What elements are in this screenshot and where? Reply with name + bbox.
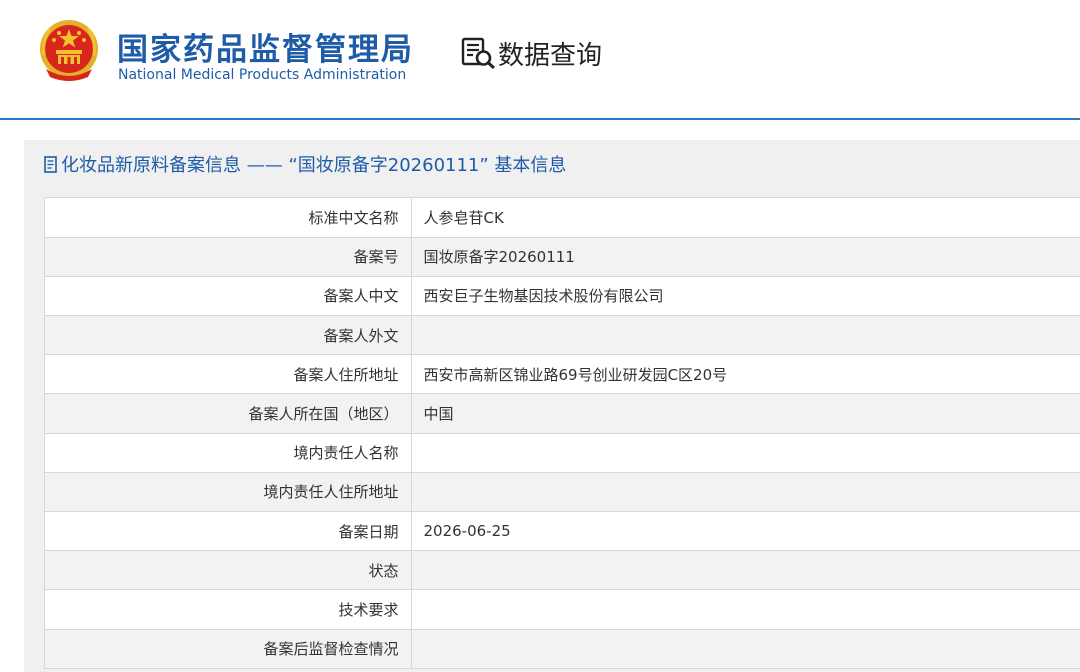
- table-row: 备案号 国妆原备字20260111: [45, 237, 1080, 277]
- field-value: [411, 589, 1080, 630]
- field-value: 西安市高新区锦业路69号创业研发园C区20号: [411, 354, 1080, 395]
- field-value: [411, 629, 1080, 669]
- field-label: 备案人住所地址: [45, 354, 412, 395]
- field-value: 国妆原备字20260111: [411, 237, 1080, 277]
- field-label: 备案日期: [45, 511, 412, 552]
- field-label: 境内责任人名称: [45, 433, 412, 473]
- field-label: 备案人所在国（地区）: [45, 393, 412, 434]
- document-icon: [44, 155, 57, 173]
- table-row: 备案人住所地址 西安市高新区锦业路69号创业研发园C区20号: [45, 354, 1080, 395]
- table-row: 技术要求: [45, 589, 1080, 630]
- field-label: 备案后监督检查情况: [45, 629, 412, 669]
- field-label: 备案号: [45, 237, 412, 277]
- field-value: [411, 433, 1080, 473]
- table-row: 标准中文名称 人参皂苷CK: [45, 198, 1080, 238]
- panel-title: 化妆品新原料备案信息 —— “国妆原备字20260111” 基本信息: [44, 152, 566, 176]
- record-panel: 化妆品新原料备案信息 —— “国妆原备字20260111” 基本信息 标准中文名…: [24, 140, 1080, 672]
- org-name-en[interactable]: National Medical Products Administration: [118, 67, 406, 83]
- panel-title-text: 化妆品新原料备案信息 —— “国妆原备字20260111” 基本信息: [61, 155, 567, 176]
- field-label: 技术要求: [45, 589, 412, 630]
- field-value: [411, 315, 1080, 356]
- table-row: 境内责任人住所地址: [45, 472, 1080, 513]
- field-value: [411, 550, 1080, 591]
- field-value: 人参皂苷CK: [411, 198, 1080, 238]
- field-value: 西安巨子生物基因技术股份有限公司: [411, 276, 1080, 317]
- field-label: 标准中文名称: [45, 198, 412, 238]
- table-row: 状态: [45, 550, 1080, 591]
- field-value: [411, 472, 1080, 513]
- data-query-label: 数据查询: [498, 40, 603, 71]
- org-name-cn[interactable]: 国家药品监督管理局: [117, 24, 414, 69]
- site-header: 国家药品监督管理局 National Medical Products Admi…: [0, 0, 1080, 118]
- national-emblem-icon: [40, 20, 98, 81]
- table-row: 备案人所在国（地区） 中国: [45, 393, 1080, 434]
- field-label: 备案人中文: [45, 276, 412, 317]
- table-row: 备案人外文: [45, 315, 1080, 356]
- table-row: 备案人中文 西安巨子生物基因技术股份有限公司: [45, 276, 1080, 317]
- field-value: 2026-06-25: [411, 511, 1080, 552]
- document-search-icon: [461, 37, 496, 70]
- table-row: 备案后监督检查情况: [45, 629, 1080, 669]
- data-query-link[interactable]: 数据查询: [460, 35, 602, 71]
- field-value: 中国: [411, 393, 1080, 434]
- header-divider: [0, 118, 1080, 120]
- field-label: 状态: [45, 550, 412, 591]
- table-row: 备案日期 2026-06-25: [45, 511, 1080, 552]
- record-table: 标准中文名称 人参皂苷CK 备案号 国妆原备字20260111 备案人中文 西安…: [44, 197, 1080, 669]
- field-label: 境内责任人住所地址: [45, 472, 412, 513]
- field-label: 备案人外文: [45, 315, 412, 356]
- table-row: 境内责任人名称: [45, 433, 1080, 473]
